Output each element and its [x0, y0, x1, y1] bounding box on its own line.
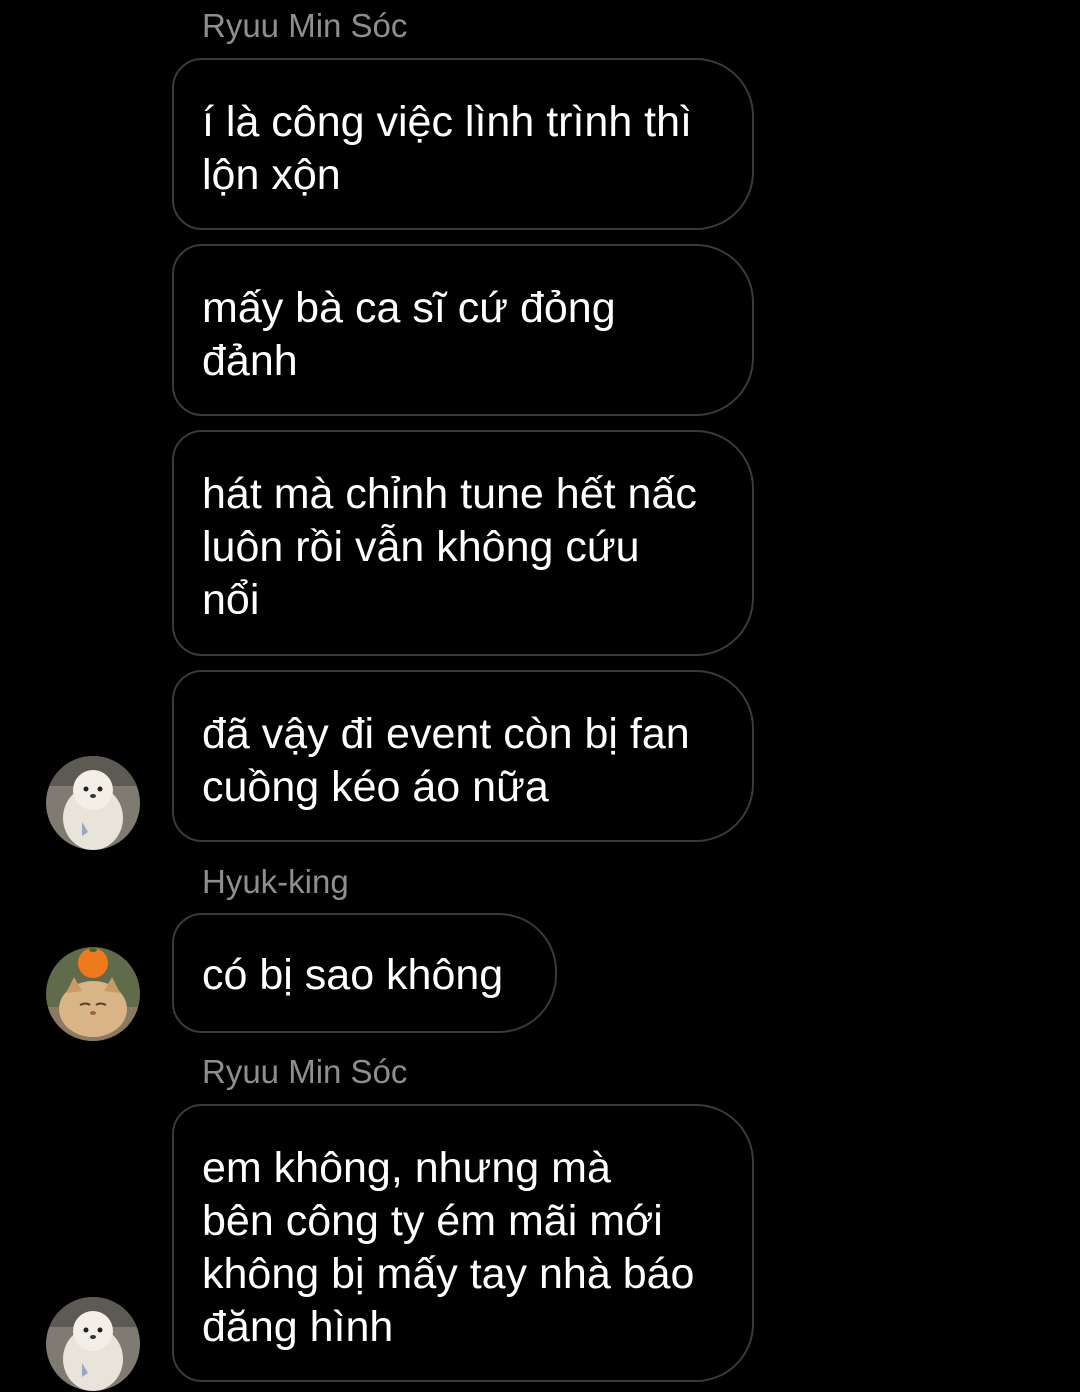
- message-bubble[interactable]: mấy bà ca sĩ cứ đỏng đảnh: [172, 244, 754, 416]
- cat-avatar[interactable]: [46, 947, 140, 1041]
- message-bubble[interactable]: hát mà chỉnh tune hết nấc luôn rồi vẫn k…: [172, 430, 754, 656]
- message-bubble[interactable]: có bị sao không: [172, 913, 557, 1033]
- sender-name: Hyuk-king: [202, 863, 349, 900]
- message-bubble[interactable]: em không, nhưng mà bên công ty ém mãi mớ…: [172, 1104, 754, 1382]
- dog-avatar[interactable]: [46, 756, 140, 850]
- sender-name: Ryuu Min Sóc: [202, 7, 408, 44]
- pomeranian-dog-icon: [46, 1297, 140, 1391]
- cat-with-orange-icon: [46, 947, 140, 1041]
- sender-name: Ryuu Min Sóc: [202, 1053, 408, 1090]
- message-bubble[interactable]: í là công việc lình trình thì lộn xộn: [172, 58, 754, 230]
- pomeranian-dog-icon: [46, 756, 140, 850]
- dog-avatar[interactable]: [46, 1297, 140, 1391]
- message-bubble[interactable]: đã vậy đi event còn bị fan cuồng kéo áo …: [172, 670, 754, 842]
